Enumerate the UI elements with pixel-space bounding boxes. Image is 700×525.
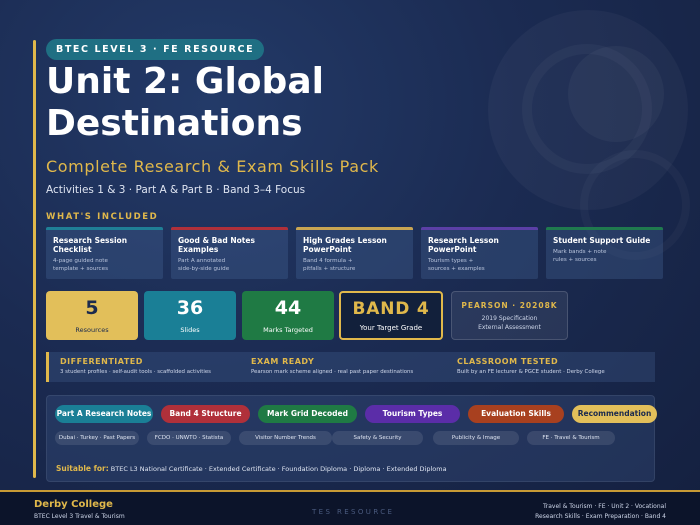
feature-desc: Built by an FE lecturer & PGCE student ·… [457, 369, 605, 375]
card-title: Student Support Guide [553, 236, 651, 245]
feature-classroom-tested: CLASSROOM TESTED Built by an FE lecturer… [457, 357, 605, 375]
subtag: Publicity & Image [433, 431, 519, 445]
card-desc: Mark bands + note rules + sources [553, 249, 607, 263]
subtag: FCDO · UNWTO · Statista [147, 431, 231, 445]
course-name: BTEC Level 3 Travel & Tourism [34, 513, 125, 520]
card-color-bar [46, 227, 163, 230]
activity-focus: Activities 1 & 3 · Part A & Part B · Ban… [46, 184, 306, 196]
assessment-type: External Assessment [478, 324, 541, 331]
footer-keywords: Travel & Tourism · FE · Unit 2 · Vocatio… [535, 503, 666, 520]
feature-title: EXAM READY [251, 357, 315, 366]
feature-differentiated: DIFFERENTIATED 3 student profiles · self… [60, 357, 211, 375]
card-title: High Grades Lesson PowerPoint [303, 236, 387, 254]
band-label: Your Target Grade [359, 324, 423, 332]
stat-number: 36 [176, 297, 204, 319]
stat-label: Marks Targeted [263, 326, 313, 334]
tag-band-4[interactable]: Band 4 Structure [161, 405, 250, 423]
included-heading: WHAT'S INCLUDED [46, 212, 159, 222]
card-desc: Tourism types + sources + examples [428, 258, 485, 272]
feature-desc: Pearson mark scheme aligned · real past … [251, 369, 414, 375]
card-title: Research Lesson PowerPoint [428, 236, 499, 254]
tag-tourism-types[interactable]: Tourism Types [365, 405, 460, 423]
college-name: Derby College [34, 499, 113, 510]
card-title: Research Session Checklist [53, 236, 128, 254]
decorative-circle [568, 46, 664, 142]
suitable-label: Suitable for: [56, 464, 109, 473]
subtag: Safety & Security [332, 431, 423, 445]
features-strip: DIFFERENTIATED 3 student profiles · self… [46, 352, 655, 382]
feature-title: DIFFERENTIATED [60, 357, 143, 366]
card-desc: Band 4 formula + pitfalls + structure [303, 258, 356, 272]
included-cards: Research Session Checklist 4-page guided… [46, 227, 666, 279]
tes-watermark: TES RESOURCE [312, 508, 395, 516]
stat-resources: 5 Resources [46, 291, 138, 340]
pearson-spec-box: PEARSON · 20208K 2019 Specification Exte… [451, 291, 568, 340]
suitable-for: Suitable for: BTEC L3 National Certifica… [56, 464, 447, 473]
card-color-bar [296, 227, 413, 230]
stat-label: Resources [75, 326, 109, 334]
card-color-bar [421, 227, 538, 230]
stat-label: Slides [180, 326, 200, 334]
target-band-box: BAND 4 Your Target Grade [339, 291, 443, 340]
card-color-bar [546, 227, 663, 230]
subtag: FE · Travel & Tourism [527, 431, 615, 445]
footer: Derby College BTEC Level 3 Travel & Tour… [0, 492, 700, 525]
suitable-text: BTEC L3 National Certificate · Extended … [110, 465, 447, 473]
stat-number: 44 [274, 297, 302, 319]
subtag: Visitor Number Trends [239, 431, 332, 445]
resource-card[interactable]: Research Lesson PowerPoint Tourism types… [421, 227, 538, 279]
feature-desc: 3 student profiles · self-audit tools · … [60, 369, 211, 375]
stat-number: 5 [85, 297, 99, 319]
feature-title: CLASSROOM TESTED [457, 357, 559, 366]
stat-marks: 44 Marks Targeted [242, 291, 334, 340]
spec-year: 2019 Specification [481, 315, 538, 322]
page-title: Unit 2: Global Destinations [46, 61, 324, 144]
tag-part-a[interactable]: Part A Research Notes [55, 405, 153, 423]
topics-panel: Part A Research Notes Band 4 Structure M… [46, 395, 657, 482]
subtag: Dubai · Turkey · Past Papers [55, 431, 139, 445]
pearson-code: PEARSON · 20208K [461, 301, 558, 310]
tag-mark-grid[interactable]: Mark Grid Decoded [258, 405, 357, 423]
page-subtitle: Complete Research & Exam Skills Pack [46, 157, 379, 176]
tag-recommendation[interactable]: Recommendation [572, 405, 657, 423]
card-title: Good & Bad Notes Examples [178, 236, 255, 254]
tag-evaluation[interactable]: Evaluation Skills [468, 405, 564, 423]
stat-slides: 36 Slides [144, 291, 236, 340]
resource-card[interactable]: Good & Bad Notes Examples Part A annotat… [171, 227, 288, 279]
gold-accent-bar [33, 40, 36, 478]
resource-card[interactable]: High Grades Lesson PowerPoint Band 4 for… [296, 227, 413, 279]
level-badge: BTEC LEVEL 3 · FE RESOURCE [46, 39, 265, 60]
resource-card[interactable]: Student Support Guide Mark bands + note r… [546, 227, 663, 279]
resource-card[interactable]: Research Session Checklist 4-page guided… [46, 227, 163, 279]
card-color-bar [171, 227, 288, 230]
card-desc: Part A annotated side-by-side guide [178, 258, 230, 272]
feature-exam-ready: EXAM READY Pearson mark scheme aligned ·… [251, 357, 413, 375]
card-desc: 4-page guided note template + sources [53, 258, 108, 272]
band-value: BAND 4 [352, 299, 430, 319]
